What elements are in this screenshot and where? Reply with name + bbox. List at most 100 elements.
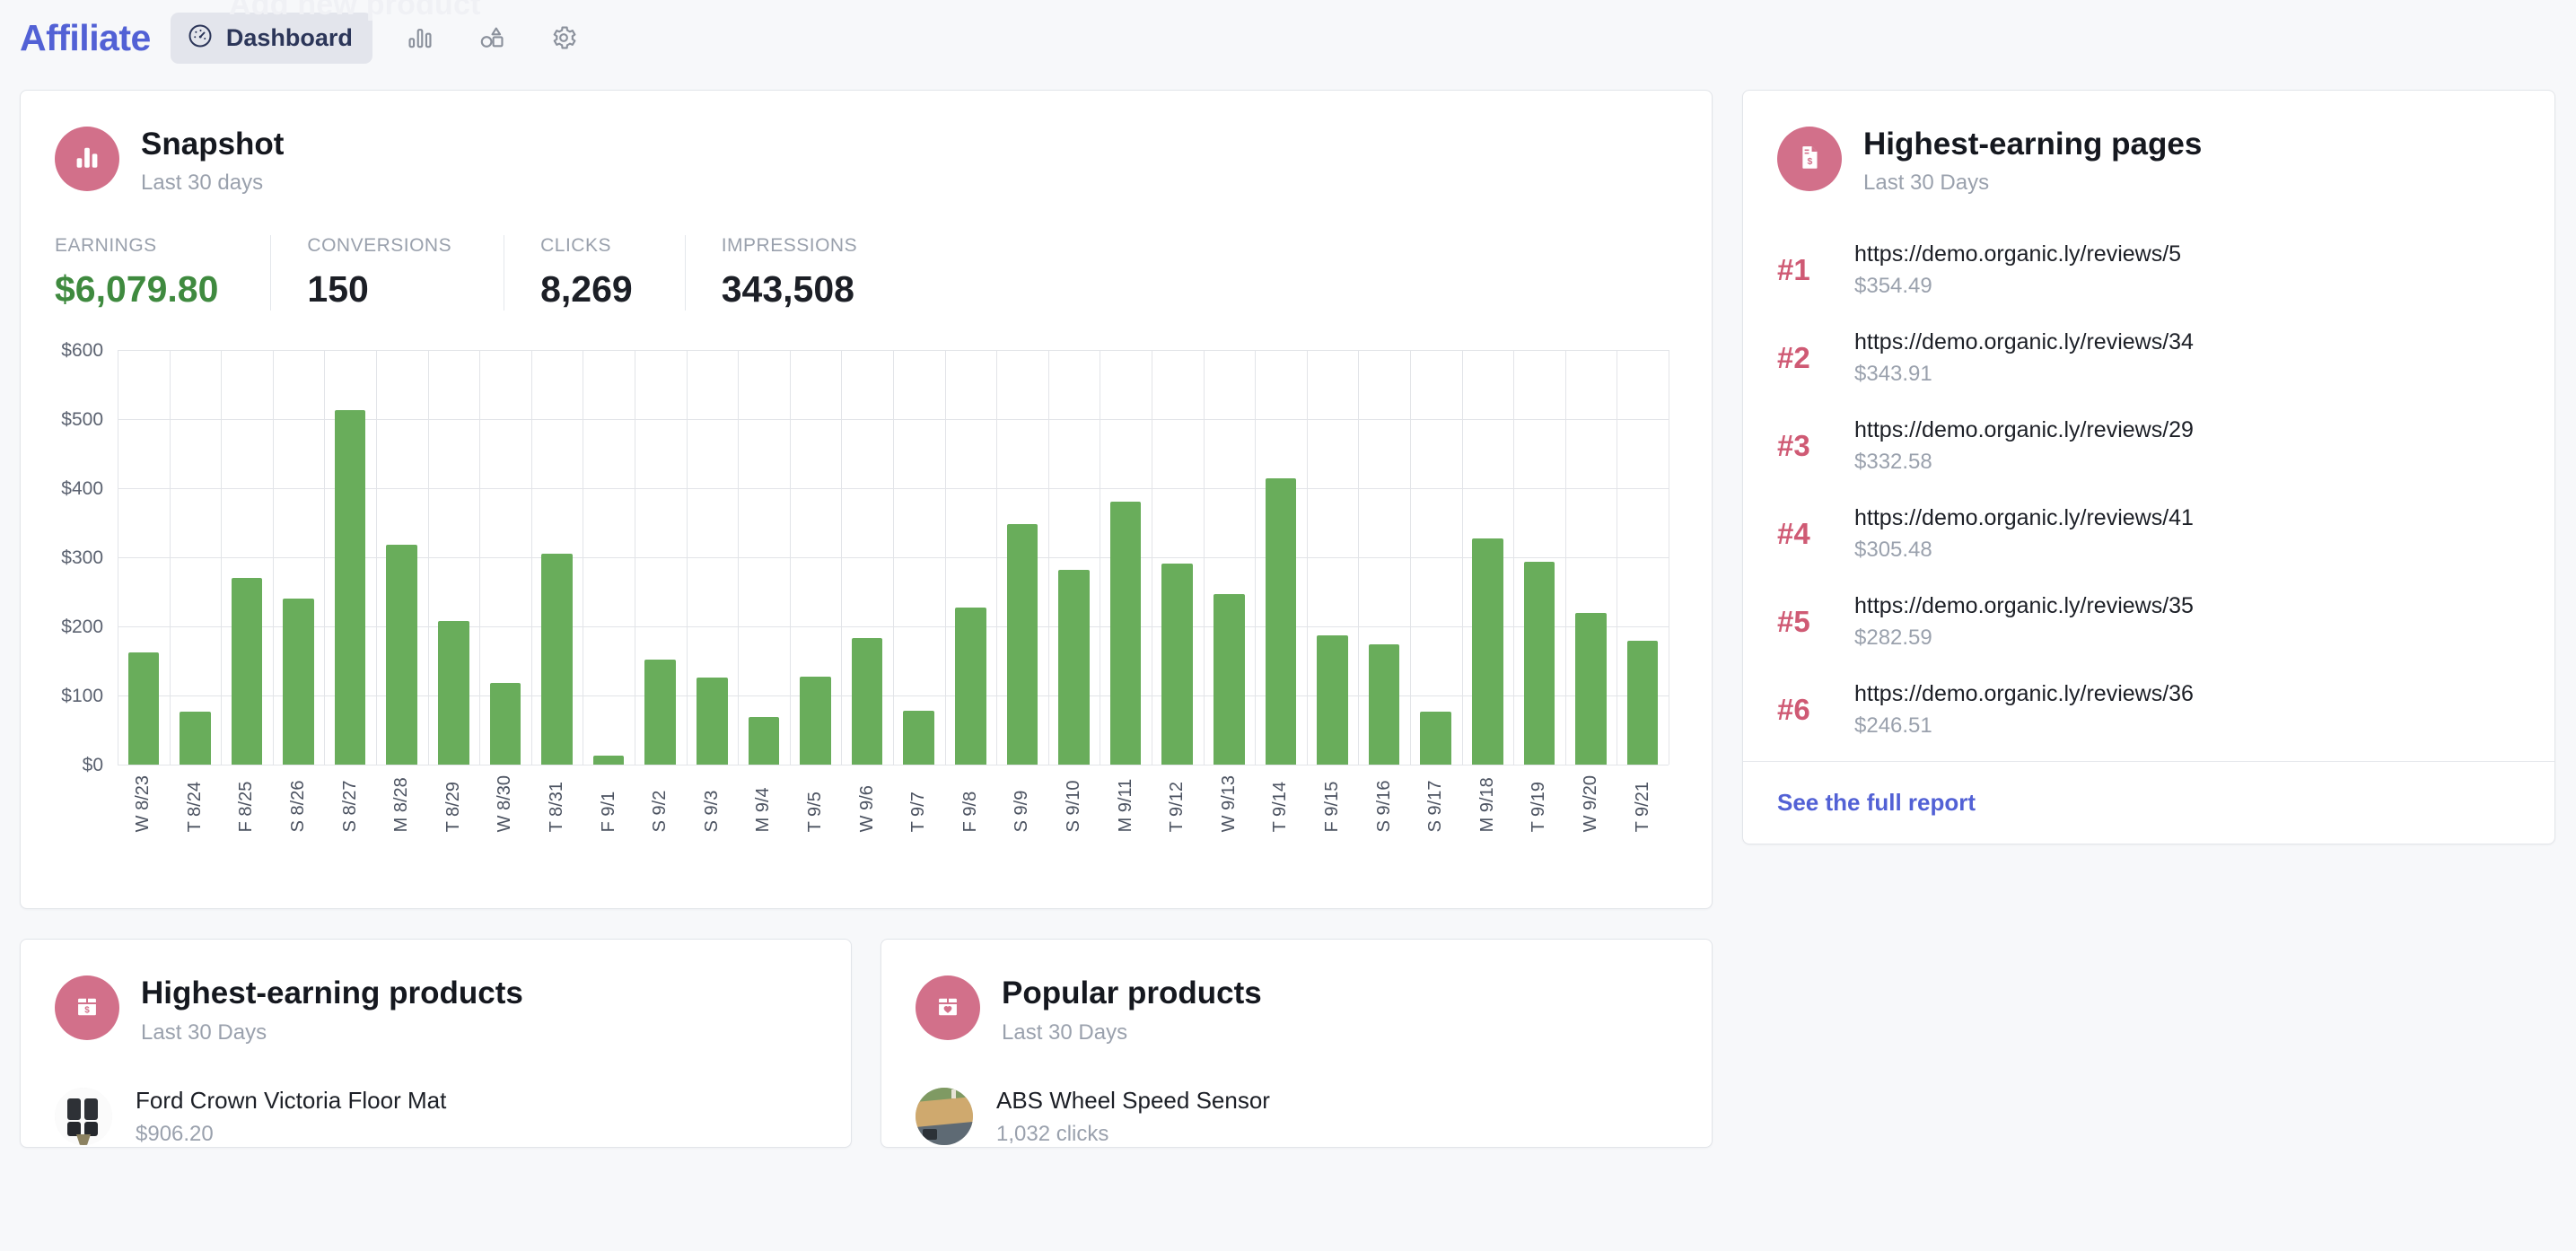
- table-row[interactable]: #4 https://demo.organic.ly/reviews/41 $305…: [1777, 490, 2520, 578]
- chart-bar[interactable]: [386, 545, 418, 765]
- chart-x-label-slot: T 9/14: [1255, 775, 1307, 832]
- table-row[interactable]: #3 https://demo.organic.ly/reviews/29 $332…: [1777, 402, 2520, 490]
- list-item[interactable]: Ford Crown Victoria Floor Mat $906.20: [55, 1081, 817, 1147]
- page-text-group: https://demo.organic.ly/reviews/5 $354.49: [1854, 241, 2181, 299]
- page-url[interactable]: https://demo.organic.ly/reviews/5: [1854, 241, 2181, 267]
- bar-chart-icon: [71, 141, 103, 178]
- table-row[interactable]: #1 https://demo.organic.ly/reviews/5 $354.…: [1777, 226, 2520, 314]
- page-text-group: https://demo.organic.ly/reviews/29 $332.5…: [1854, 417, 2194, 475]
- page-url[interactable]: https://demo.organic.ly/reviews/35: [1854, 593, 2194, 619]
- chart-bar[interactable]: [283, 598, 314, 765]
- chart-x-tick-label: S 9/2: [650, 790, 670, 833]
- page-url[interactable]: https://demo.organic.ly/reviews/41: [1854, 505, 2194, 531]
- chart-x-label-slot: T 9/12: [1152, 775, 1204, 832]
- chart-y-tick-label: $500: [61, 409, 103, 431]
- metric-earnings-value: $6,079.80: [55, 268, 219, 311]
- chart-bar[interactable]: [1575, 612, 1607, 765]
- snapshot-card: Snapshot Last 30 days EARNINGS $6,079.80…: [20, 90, 1713, 910]
- chart-x-label-slot: S 8/26: [273, 775, 325, 833]
- chart-y-tick-label: $100: [61, 686, 103, 707]
- document-dollar-icon: $: [1794, 142, 1825, 177]
- highest-earning-products-title: Highest-earning products: [141, 975, 523, 1011]
- chart-bar[interactable]: [438, 621, 469, 765]
- ghost-add-new-product-label: Add new product: [229, 0, 481, 22]
- chart-bar-slot: [479, 350, 531, 765]
- chart-bar-slot: [1048, 350, 1100, 765]
- popular-products-badge: [916, 975, 980, 1041]
- chart-bar[interactable]: [955, 607, 986, 765]
- chart-x-tick-label: S 9/17: [1425, 780, 1446, 833]
- gear-icon[interactable]: [536, 12, 591, 64]
- chart-bar[interactable]: [334, 410, 366, 765]
- chart-bar[interactable]: [1006, 524, 1038, 765]
- chart-bar[interactable]: [697, 678, 728, 765]
- chart-bar[interactable]: [1471, 538, 1503, 765]
- chart-bar-slot: [1461, 350, 1513, 765]
- page-rank: #4: [1777, 517, 1810, 551]
- table-row[interactable]: #2 https://demo.organic.ly/reviews/34 $343…: [1777, 314, 2520, 402]
- chart-bar[interactable]: [644, 660, 676, 765]
- chart-plot-area: $0 $100 $200 $300 $400 $500 $600: [61, 340, 1669, 775]
- chart-bar[interactable]: [231, 578, 263, 765]
- chart-bar[interactable]: [1109, 501, 1142, 765]
- metric-impressions: IMPRESSIONS 343,508: [684, 235, 909, 311]
- chart-bar-slot: [170, 350, 222, 765]
- list-item[interactable]: ABS Wheel Speed Sensor 1,032 clicks: [916, 1081, 1678, 1147]
- app-brand-logo[interactable]: Affiliate: [20, 17, 151, 59]
- bottom-card-row: $ Highest-earning products Last 30 Days: [20, 939, 1713, 1148]
- chart-x-label-slot: W 9/13: [1203, 775, 1255, 832]
- page-url[interactable]: https://demo.organic.ly/reviews/36: [1854, 681, 2194, 707]
- chart-bar-slot: [1513, 350, 1565, 765]
- highest-earning-products-heading-group: Highest-earning products Last 30 Days: [141, 975, 523, 1045]
- chart-bar[interactable]: [800, 676, 831, 765]
- table-row[interactable]: #6 https://demo.organic.ly/reviews/36 $246…: [1777, 666, 2520, 754]
- chart-x-label-slot: W 8/30: [479, 775, 531, 832]
- chart-bar[interactable]: [592, 756, 625, 765]
- chart-x-label-slot: M 9/18: [1461, 775, 1513, 832]
- chart-bar[interactable]: [1626, 640, 1659, 765]
- chart-x-tick-label: S 8/26: [288, 780, 309, 833]
- popular-products-title: Popular products: [1002, 975, 1262, 1011]
- chart-y-tick-label: $200: [61, 617, 103, 638]
- chart-bar[interactable]: [1058, 570, 1090, 765]
- chart-x-label-slot: T 9/7: [893, 775, 945, 832]
- highest-earning-pages-footer: See the full report: [1743, 761, 2554, 844]
- chart-x-label-slot: S 9/3: [687, 775, 739, 833]
- chart-y-tick-label: $600: [61, 340, 103, 362]
- chart-x-label-slot: F 9/15: [1307, 775, 1359, 833]
- chart-bar[interactable]: [489, 682, 521, 765]
- chart-bar[interactable]: [1317, 634, 1348, 765]
- chart-bar[interactable]: [180, 711, 211, 765]
- left-column: Snapshot Last 30 days EARNINGS $6,079.80…: [20, 90, 1713, 1148]
- chart-x-tick-label: M 9/4: [753, 787, 774, 833]
- chart-bar[interactable]: [541, 553, 573, 765]
- chart-x-tick-label: T 9/19: [1529, 782, 1549, 833]
- chart-bar[interactable]: [1420, 711, 1451, 765]
- chart-bar[interactable]: [127, 652, 160, 765]
- chart-bar-slot: [945, 350, 997, 765]
- chart-bar[interactable]: [748, 717, 780, 765]
- chart-bar[interactable]: [1368, 643, 1400, 765]
- chart-x-tick-label: T 9/5: [805, 792, 826, 833]
- chart-bar[interactable]: [1523, 561, 1555, 765]
- chart-x-label-slot: T 8/29: [428, 775, 480, 832]
- snapshot-title: Snapshot: [141, 127, 285, 162]
- metric-clicks: CLICKS 8,269: [504, 235, 685, 311]
- chart-bar-slot: [893, 350, 945, 765]
- table-row[interactable]: #5 https://demo.organic.ly/reviews/35 $282…: [1777, 578, 2520, 666]
- product-name: Ford Crown Victoria Floor Mat: [136, 1086, 447, 1114]
- page-url[interactable]: https://demo.organic.ly/reviews/34: [1854, 329, 2194, 355]
- highest-earning-pages-heading-group: Highest-earning pages Last 30 Days: [1863, 127, 2202, 196]
- chart-x-tick-label: S 9/10: [1063, 780, 1083, 833]
- page-url[interactable]: https://demo.organic.ly/reviews/29: [1854, 417, 2194, 443]
- chart-bar-slot: [531, 350, 583, 765]
- chart-x-label-slot: M 8/28: [376, 775, 428, 832]
- metric-conversions-value: 150: [307, 268, 369, 311]
- chart-bar[interactable]: [1265, 478, 1297, 765]
- chart-bar[interactable]: [1213, 594, 1245, 765]
- see-full-report-link[interactable]: See the full report: [1777, 789, 1976, 816]
- chart-bar[interactable]: [903, 711, 934, 765]
- chart-bar[interactable]: [1161, 564, 1193, 765]
- chart-bar[interactable]: [851, 637, 883, 765]
- page-text-group: https://demo.organic.ly/reviews/36 $246.5…: [1854, 681, 2194, 739]
